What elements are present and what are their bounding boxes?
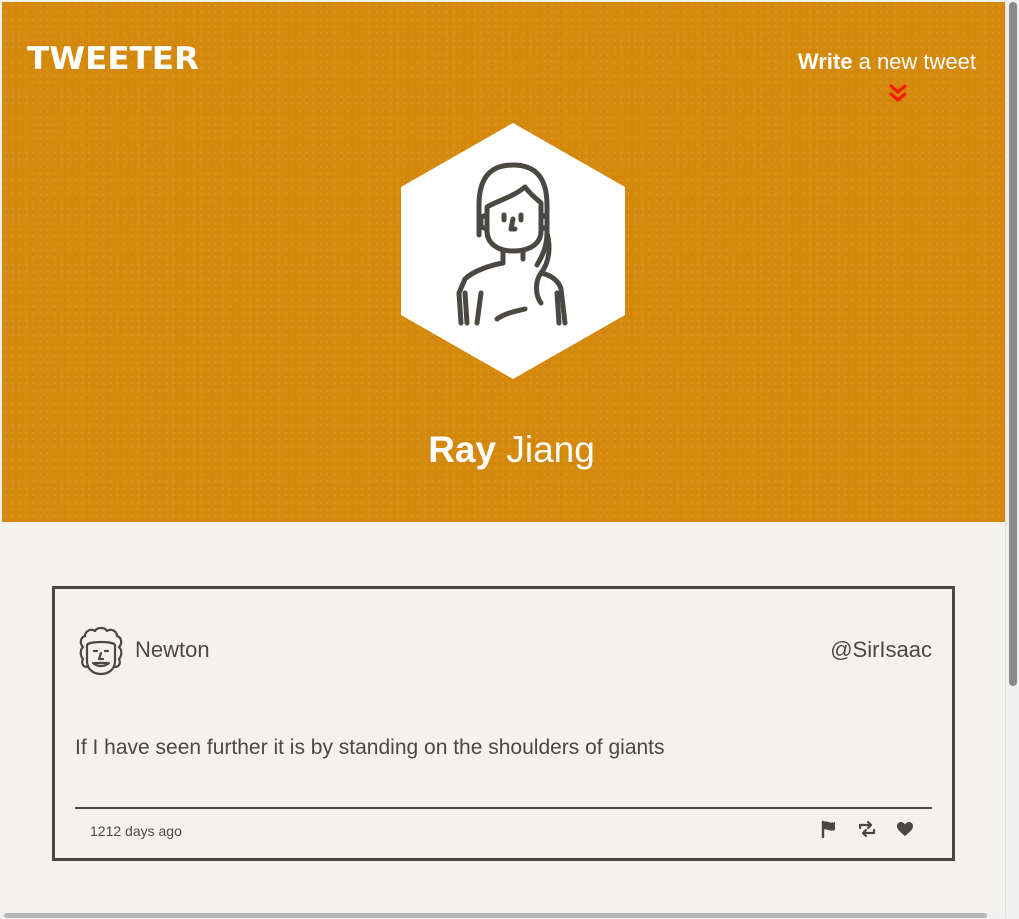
tweet-card: Newton @SirIsaac If I have seen further … (52, 586, 955, 861)
profile-name: Ray Jiang (2, 429, 1019, 471)
heart-icon[interactable] (895, 819, 915, 839)
tweet-timestamp: 1212 days ago (90, 823, 182, 839)
compose-label-light: a new tweet (858, 49, 976, 74)
profile-last-name: Jiang (506, 429, 595, 470)
vertical-scrollbar-thumb[interactable] (1009, 2, 1017, 686)
page: TWEETER Write a new tweet Ray Jiang Newt… (0, 0, 1019, 919)
flag-icon[interactable] (819, 819, 839, 839)
profile-header: TWEETER Write a new tweet Ray Jiang (2, 2, 1005, 522)
tweet-divider (75, 807, 932, 809)
tweet-author-name[interactable]: Newton (135, 637, 210, 663)
compose-tweet-link[interactable]: Write a new tweet (798, 51, 976, 73)
tweet-author-handle[interactable]: @SirIsaac (830, 637, 932, 663)
horizontal-scrollbar-thumb[interactable] (4, 913, 987, 918)
newton-avatar-icon (79, 626, 123, 676)
profile-avatar (401, 123, 625, 379)
tweet-content: If I have seen further it is by standing… (75, 736, 665, 759)
app-logo[interactable]: TWEETER (27, 44, 199, 75)
compose-label-strong: Write (797, 49, 853, 74)
horizontal-scrollbar[interactable] (0, 912, 1005, 919)
vertical-scrollbar[interactable] (1005, 0, 1019, 919)
tweet-actions (819, 819, 915, 839)
double-chevron-down-icon[interactable] (889, 84, 907, 104)
profile-first-name: Ray (428, 429, 497, 470)
retweet-icon[interactable] (857, 819, 877, 839)
